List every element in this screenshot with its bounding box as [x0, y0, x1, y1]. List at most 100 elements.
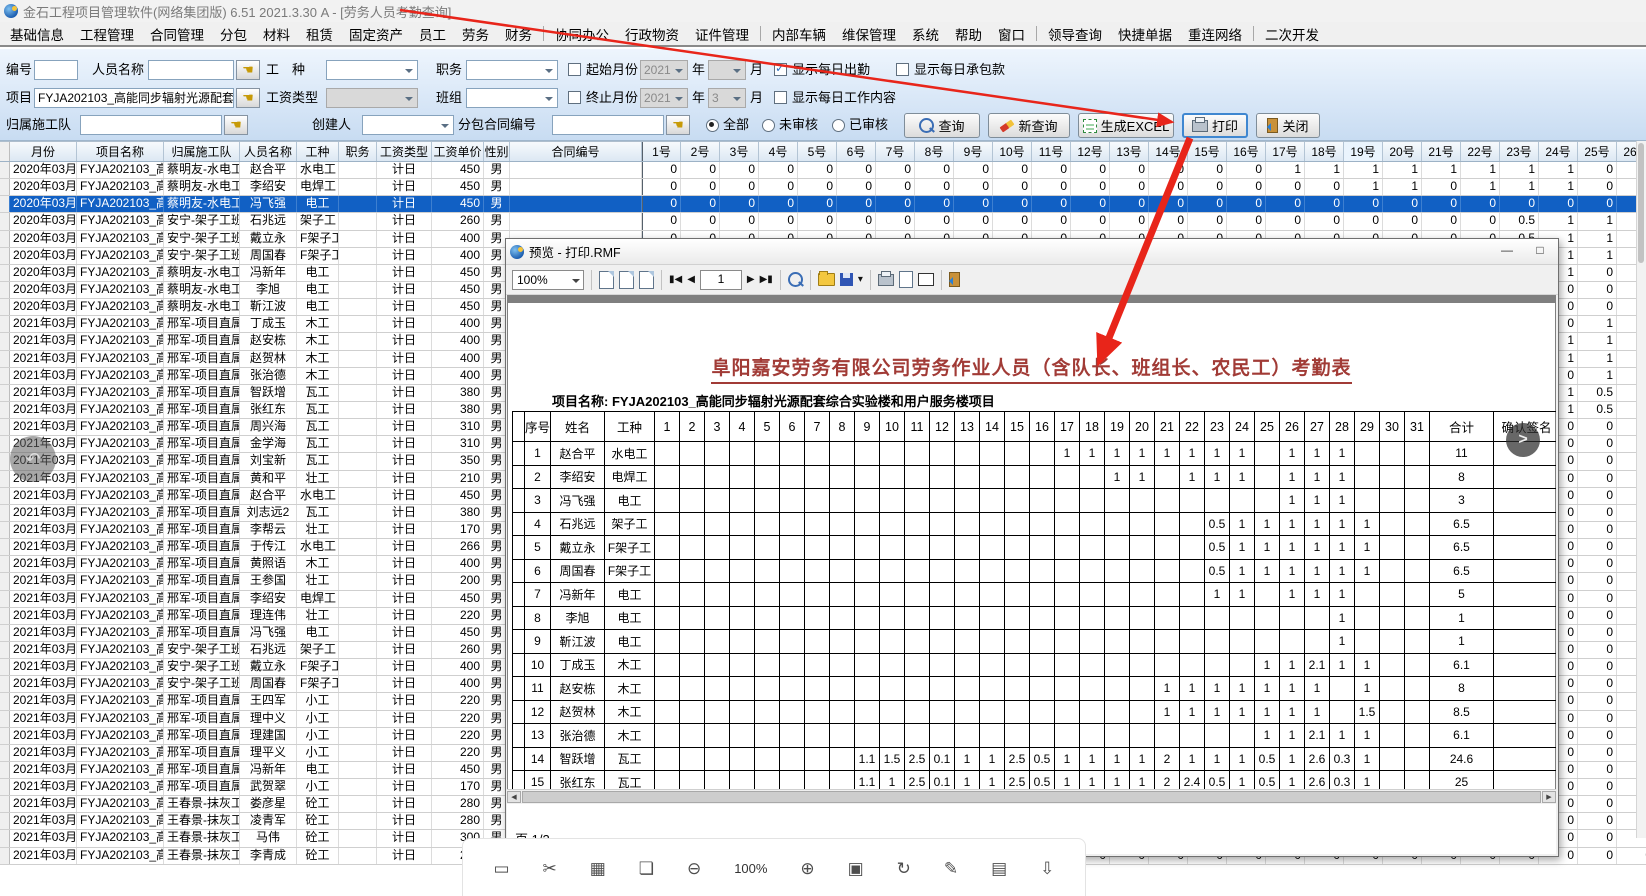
show-daily-checkbox[interactable]: [774, 63, 787, 76]
menu-item-劳务[interactable]: 劳务: [454, 24, 497, 44]
team-picker-hand-icon[interactable]: ☚: [224, 115, 248, 135]
crop-icon[interactable]: ✂: [543, 860, 557, 877]
grid-header-price[interactable]: 工资单价: [432, 142, 484, 161]
grid-header-day[interactable]: 16号: [1227, 142, 1266, 161]
close-preview-icon[interactable]: [949, 272, 960, 287]
start-month-select[interactable]: [708, 60, 746, 80]
grid-header-trade[interactable]: 工种: [297, 142, 339, 161]
duty-select[interactable]: [466, 60, 558, 80]
window-icon[interactable]: ▭: [493, 860, 509, 877]
grid-header-contract[interactable]: 合同编号: [510, 142, 642, 161]
menu-item-基础信息[interactable]: 基础信息: [2, 24, 72, 44]
grid-header-gender[interactable]: 性别: [484, 142, 510, 161]
grid-header-day[interactable]: 21号: [1422, 142, 1461, 161]
grid-header-day[interactable]: 25号: [1578, 142, 1617, 161]
menu-item-财务[interactable]: 财务: [497, 24, 540, 44]
grid-header-day[interactable]: 12号: [1071, 142, 1110, 161]
page-number-input[interactable]: 1: [700, 270, 742, 290]
project-picker-hand-icon[interactable]: ☚: [236, 88, 260, 108]
menu-item-固定资产[interactable]: 固定资产: [341, 24, 411, 44]
menu-item-分包[interactable]: 分包: [212, 24, 255, 44]
query-button[interactable]: 查询: [904, 113, 980, 138]
page-layout-3-icon[interactable]: [639, 271, 654, 289]
team-input[interactable]: [80, 115, 222, 135]
edit-icon[interactable]: ✎: [944, 860, 958, 877]
preview-titlebar[interactable]: 预览 - 打印.RMF — □: [506, 239, 1558, 265]
margins-icon[interactable]: [918, 273, 934, 286]
grid-header-team[interactable]: 归属施工队: [164, 142, 240, 161]
next-page-icon[interactable]: ▶: [747, 270, 755, 290]
scroll-thumb[interactable]: [522, 791, 1541, 803]
grid-header-day[interactable]: 14号: [1149, 142, 1188, 161]
subcontract-input[interactable]: [552, 115, 664, 135]
menu-item-证件管理[interactable]: 证件管理: [687, 24, 757, 44]
grid-header-day[interactable]: 23号: [1500, 142, 1539, 161]
end-year-select[interactable]: 2021: [640, 88, 688, 108]
group-select[interactable]: [466, 88, 558, 108]
zoom-out-icon[interactable]: ⊖: [687, 860, 701, 877]
menu-item-帮助[interactable]: 帮助: [947, 24, 990, 44]
end-month-select[interactable]: 3: [708, 88, 746, 108]
export-excel-button[interactable]: 生成EXCEL: [1078, 113, 1174, 138]
grid-header-day[interactable]: 18号: [1305, 142, 1344, 161]
table-row[interactable]: 2020年03月FYJA202103_高能同步辐射光源配套综合实验楼和用户服务楼…: [0, 196, 1646, 213]
last-page-icon[interactable]: ▶▮: [760, 270, 773, 290]
grid-header-project[interactable]: 项目名称: [77, 142, 164, 161]
menu-item-窗口[interactable]: 窗口: [990, 24, 1033, 44]
menu-item-二次开发[interactable]: 二次开发: [1257, 24, 1327, 44]
wage-type-select[interactable]: [326, 88, 418, 108]
zoom-level-label[interactable]: 100%: [734, 862, 767, 875]
page-setup-icon[interactable]: [899, 271, 913, 288]
grid-header-day[interactable]: 9号: [954, 142, 993, 161]
start-year-select[interactable]: 2021: [640, 60, 688, 80]
zoom-tool-icon[interactable]: [788, 272, 803, 287]
menu-item-重连网络[interactable]: 重连网络: [1180, 24, 1250, 44]
radio-reviewed[interactable]: [832, 119, 845, 132]
prev-page-icon[interactable]: ◀: [687, 270, 695, 290]
grid-header-day[interactable]: 4号: [759, 142, 798, 161]
menu-item-员工[interactable]: 员工: [411, 24, 454, 44]
menu-item-协同办公[interactable]: 协同办公: [547, 24, 617, 44]
show-daily-work-checkbox[interactable]: [774, 91, 787, 104]
table-row[interactable]: 2020年03月FYJA202103_高能同步辐射光源配套综合实验楼和用户服务楼…: [0, 162, 1646, 179]
show-daily-pay-checkbox[interactable]: [896, 63, 909, 76]
menu-item-内部车辆[interactable]: 内部车辆: [764, 24, 834, 44]
radio-all[interactable]: [706, 119, 719, 132]
scroll-right-icon[interactable]: ▶: [1542, 791, 1556, 803]
download-icon[interactable]: ⇩: [1040, 860, 1054, 877]
menu-item-维保管理[interactable]: 维保管理: [834, 24, 904, 44]
grid-header-wage_type[interactable]: 工资类型: [377, 142, 432, 161]
page-layout-1-icon[interactable]: [599, 271, 614, 289]
scroll-left-icon[interactable]: ◀: [507, 791, 521, 803]
close-button[interactable]: 关闭: [1256, 113, 1320, 138]
open-file-icon[interactable]: [818, 273, 835, 286]
grid-header-day[interactable]: 22号: [1461, 142, 1500, 161]
project-input[interactable]: FYJA202103_高能同步辐射光源配套综合实验楼和用户服务楼项目: [34, 88, 234, 108]
grid-header-month[interactable]: 月份: [10, 142, 77, 161]
rotate-icon[interactable]: ↻: [897, 860, 911, 877]
menu-item-合同管理[interactable]: 合同管理: [142, 24, 212, 44]
grid-header-duty[interactable]: 职务: [339, 142, 377, 161]
menu-item-租赁[interactable]: 租赁: [298, 24, 341, 44]
grid-header-day[interactable]: 11号: [1032, 142, 1071, 161]
grid-header-day[interactable]: 10号: [993, 142, 1032, 161]
menu-item-领导查询[interactable]: 领导查询: [1040, 24, 1110, 44]
grid-header-day[interactable]: 19号: [1344, 142, 1383, 161]
grid-header-day[interactable]: 6号: [837, 142, 876, 161]
preview-hscrollbar[interactable]: ◀ ▶: [507, 789, 1556, 804]
grid-header-day[interactable]: 1号: [642, 142, 681, 161]
table-row[interactable]: 2020年03月FYJA202103_高能同步辐射光源配套综合实验楼和用户服务楼…: [0, 213, 1646, 230]
zoom-select[interactable]: 100%: [512, 270, 584, 290]
grid-header-day[interactable]: 15号: [1188, 142, 1227, 161]
subcontract-picker-hand-icon[interactable]: ☚: [666, 115, 690, 135]
grid-header-day[interactable]: 3号: [720, 142, 759, 161]
grid-header-day[interactable]: 8号: [915, 142, 954, 161]
grid-header-day[interactable]: 17号: [1266, 142, 1305, 161]
main-vertical-scrollbar[interactable]: [1636, 141, 1646, 838]
grid-header-day[interactable]: 24号: [1539, 142, 1578, 161]
menu-item-行政物资[interactable]: 行政物资: [617, 24, 687, 44]
minimize-button[interactable]: —: [1492, 242, 1522, 261]
print-icon[interactable]: [878, 274, 894, 286]
grid-header-day[interactable]: 7号: [876, 142, 915, 161]
grid-header-day[interactable]: 2号: [681, 142, 720, 161]
